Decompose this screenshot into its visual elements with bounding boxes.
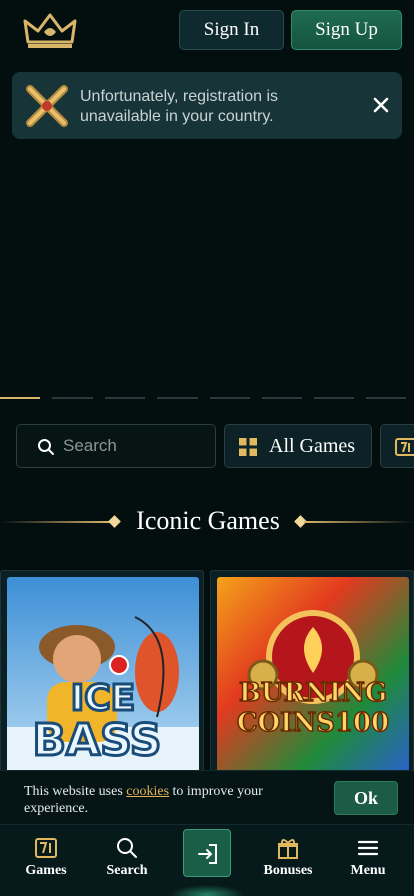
search-icon bbox=[117, 838, 137, 858]
carousel-dot[interactable] bbox=[52, 397, 93, 399]
crown-logo-icon[interactable] bbox=[22, 12, 78, 50]
registration-unavailable-notice: Unfortunately, registration is unavailab… bbox=[12, 72, 402, 139]
slot-777-icon bbox=[395, 438, 414, 456]
category-label: All Games bbox=[269, 435, 356, 457]
nav-label: Bonuses bbox=[263, 863, 313, 878]
grid-icon bbox=[239, 438, 257, 456]
carousel-dot[interactable] bbox=[105, 397, 145, 399]
title-divider-left bbox=[0, 521, 110, 523]
carousel-dot[interactable] bbox=[314, 397, 354, 399]
login-icon bbox=[198, 844, 217, 864]
cookie-banner: This website uses cookies to improve you… bbox=[0, 770, 414, 824]
cookies-link[interactable]: cookies bbox=[126, 784, 169, 799]
category-all-games[interactable]: All Games bbox=[224, 424, 372, 468]
nav-label: Search bbox=[106, 863, 148, 878]
cookie-text-before: This website uses bbox=[24, 784, 127, 799]
search-icon bbox=[38, 439, 54, 455]
category-slots[interactable] bbox=[380, 424, 414, 468]
section-title: Iconic Games bbox=[136, 506, 280, 535]
nav-games[interactable]: Games bbox=[6, 825, 86, 896]
menu-icon bbox=[357, 840, 379, 856]
sign-in-button[interactable]: Sign In bbox=[179, 10, 284, 50]
game-art-line: ICE bbox=[71, 678, 135, 719]
search-input[interactable] bbox=[63, 425, 208, 467]
title-divider-right bbox=[304, 521, 414, 523]
carousel-dot[interactable] bbox=[0, 397, 40, 399]
section-header: Iconic Games bbox=[0, 504, 414, 540]
game-art-line: BURNING bbox=[239, 678, 387, 708]
notice-text: Unfortunately, registration is unavailab… bbox=[80, 88, 279, 125]
game-thumbnail: ICE BASS bbox=[7, 577, 199, 777]
carousel-dot[interactable] bbox=[157, 397, 198, 399]
carousel-progress bbox=[0, 397, 414, 400]
sign-up-button[interactable]: Sign Up bbox=[291, 10, 402, 50]
cookie-text: This website uses cookies to improve you… bbox=[24, 783, 324, 817]
diamond-ornament bbox=[108, 515, 121, 528]
game-art-line: BASS bbox=[33, 715, 162, 766]
slot-777-icon bbox=[35, 838, 57, 858]
carousel-dot[interactable] bbox=[366, 397, 406, 399]
nav-search[interactable]: Search bbox=[87, 825, 167, 896]
close-icon[interactable] bbox=[369, 93, 393, 117]
nav-menu[interactable]: Menu bbox=[328, 825, 408, 896]
gift-icon bbox=[278, 839, 298, 859]
nav-login-button[interactable] bbox=[183, 829, 231, 877]
game-art-line: COINS100 bbox=[237, 708, 389, 738]
header: Sign In Sign Up bbox=[0, 0, 414, 62]
nav-center-glow bbox=[170, 885, 244, 896]
carousel-dot[interactable] bbox=[210, 397, 250, 399]
game-thumbnail: BURNING COINS100 bbox=[217, 577, 409, 777]
nav-label: Menu bbox=[350, 863, 386, 878]
x-mark-icon bbox=[26, 85, 68, 127]
nav-bonuses[interactable]: Bonuses bbox=[248, 825, 328, 896]
nav-label: Games bbox=[25, 863, 67, 878]
bottom-navigation: Games Search Bonuses Menu bbox=[0, 824, 414, 896]
cookie-ok-button[interactable]: Ok bbox=[334, 781, 398, 815]
carousel-dot[interactable] bbox=[262, 397, 302, 399]
game-card-burning-coins[interactable]: BURNING COINS100 bbox=[210, 570, 414, 780]
game-card-ice-bass[interactable]: ICE BASS bbox=[0, 570, 204, 780]
search-box[interactable] bbox=[16, 424, 216, 468]
